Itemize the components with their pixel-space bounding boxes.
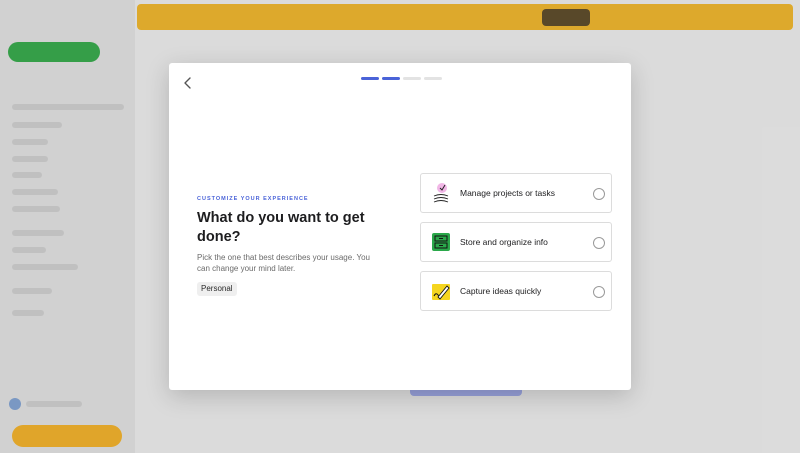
option-store-info[interactable]: Store and organize info bbox=[420, 222, 612, 262]
onboarding-modal: CUSTOMIZE YOUR EXPERIENCE What do you wa… bbox=[169, 63, 631, 390]
usage-chip[interactable]: Personal bbox=[197, 282, 237, 296]
back-button[interactable] bbox=[179, 74, 197, 92]
option-radio[interactable] bbox=[593, 286, 605, 298]
option-capture-ideas[interactable]: Capture ideas quickly bbox=[420, 271, 612, 311]
option-radio[interactable] bbox=[593, 188, 605, 200]
option-label: Store and organize info bbox=[460, 237, 548, 247]
pen-note-icon bbox=[432, 284, 450, 300]
option-manage-projects[interactable]: Manage projects or tasks bbox=[420, 173, 612, 213]
chevron-left-icon bbox=[184, 77, 191, 89]
page-title: What do you want to get done? bbox=[197, 210, 365, 245]
section-eyebrow: CUSTOMIZE YOUR EXPERIENCE bbox=[197, 196, 309, 202]
step-indicator bbox=[424, 77, 442, 80]
option-label: Capture ideas quickly bbox=[460, 286, 542, 296]
option-radio[interactable] bbox=[593, 237, 605, 249]
cabinet-icon bbox=[432, 233, 450, 251]
step-indicator bbox=[361, 77, 379, 80]
option-label: Manage projects or tasks bbox=[460, 188, 555, 198]
projects-icon bbox=[433, 183, 449, 203]
page-description: Pick the one that best describes your us… bbox=[197, 253, 371, 273]
step-progress bbox=[361, 77, 442, 80]
step-indicator bbox=[403, 77, 421, 80]
step-indicator bbox=[382, 77, 400, 80]
